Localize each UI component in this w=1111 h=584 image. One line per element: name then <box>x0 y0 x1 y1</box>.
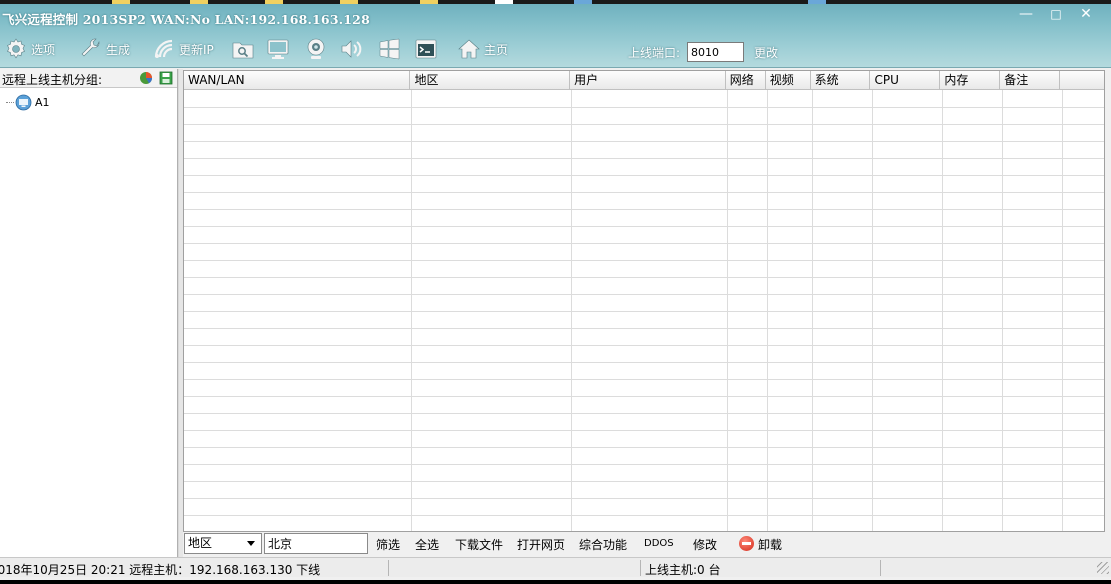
status-divider <box>640 560 641 576</box>
host-list-table: WAN/LAN 地区 用户 网络 视频 系统 CPU 内存 备注 <box>183 70 1105 532</box>
status-log: 2018年10月25日 20:21 远程主机：192.168.163.130 下… <box>0 563 321 577</box>
open-webpage-button[interactable]: 打开网页 <box>517 536 565 553</box>
table-header: WAN/LAN 地区 用户 网络 视频 系统 CPU 内存 备注 <box>184 71 1104 90</box>
file-manager-button[interactable] <box>230 34 256 64</box>
main-window: 飞兴远程控制 2013SP2 WAN:No LAN:192.168.163.12… <box>0 4 1111 580</box>
title-toolbar-area: 飞兴远程控制 2013SP2 WAN:No LAN:192.168.163.12… <box>0 4 1111 68</box>
screen-button[interactable] <box>265 34 291 64</box>
filter-value-input[interactable] <box>264 533 368 554</box>
column-video[interactable]: 视频 <box>766 71 811 90</box>
wrench-icon <box>78 36 104 62</box>
tree-item-group[interactable]: A1 <box>6 93 50 111</box>
speaker-icon <box>338 36 364 62</box>
maximize-button[interactable]: □ <box>1041 4 1071 26</box>
tree-connector <box>6 101 14 103</box>
column-note[interactable]: 备注 <box>1000 71 1061 90</box>
status-divider <box>880 560 881 576</box>
file-search-icon <box>230 36 256 62</box>
home-label: 主页 <box>484 42 509 57</box>
tree-item-label: A1 <box>35 95 50 109</box>
save-icon[interactable] <box>159 71 173 85</box>
filter-button[interactable]: 筛选 <box>376 536 400 553</box>
gear-icon <box>3 36 29 62</box>
update-ip-button[interactable]: 更新IP <box>151 34 214 64</box>
modify-button[interactable]: 修改 <box>693 536 717 553</box>
host-group-title: 远程上线主机分组: <box>2 73 103 87</box>
close-button[interactable]: ✕ <box>1071 4 1101 26</box>
host-group-header: 远程上线主机分组: <box>0 69 177 88</box>
column-user[interactable]: 用户 <box>570 71 726 90</box>
resize-grip[interactable] <box>1097 562 1109 574</box>
online-host-count: 上线主机:0 台 <box>645 563 721 577</box>
home-button[interactable]: 主页 <box>456 34 508 64</box>
home-icon <box>456 36 482 62</box>
status-bar: 2018年10月25日 20:21 远程主机：192.168.163.130 下… <box>0 557 1111 577</box>
column-cpu[interactable]: CPU <box>870 71 941 90</box>
column-memory[interactable]: 内存 <box>940 71 1001 90</box>
filter-bar: 地区 筛选 全选 下载文件 打开网页 综合功能 DDOS 修改 卸载 <box>183 532 1111 556</box>
online-port-label: 上线端口: <box>628 46 681 60</box>
host-group-panel: 远程上线主机分组: A1 <box>0 69 178 559</box>
combined-functions-button[interactable]: 综合功能 <box>579 536 627 553</box>
download-file-button[interactable]: 下载文件 <box>455 536 503 553</box>
system-button[interactable] <box>376 34 402 64</box>
minimize-button[interactable]: — <box>1011 4 1041 26</box>
change-port-button[interactable]: 更改 <box>754 44 778 61</box>
monitor-icon <box>265 36 291 62</box>
ddos-button[interactable]: DDOS <box>644 538 674 549</box>
chevron-down-icon <box>247 541 255 546</box>
column-region[interactable]: 地区 <box>410 71 571 90</box>
terminal-icon <box>413 36 439 62</box>
status-divider <box>388 560 389 576</box>
column-system[interactable]: 系统 <box>811 71 871 90</box>
window-title: 飞兴远程控制 2013SP2 WAN:No LAN:192.168.163.12… <box>2 12 370 27</box>
column-wan-lan[interactable]: WAN/LAN <box>184 71 411 90</box>
webcam-button[interactable] <box>303 34 329 64</box>
update-ip-label: 更新IP <box>179 42 214 57</box>
build-button[interactable]: 生成 <box>78 34 130 64</box>
satellite-icon <box>151 36 177 62</box>
online-port-input[interactable] <box>687 42 744 62</box>
options-label: 选项 <box>31 42 56 57</box>
uninstall-icon[interactable] <box>739 536 754 551</box>
filter-field-select[interactable]: 地区 <box>184 533 262 554</box>
table-body-grid <box>184 90 1104 531</box>
filter-field-value: 地区 <box>188 536 213 550</box>
terminal-button[interactable] <box>413 34 439 64</box>
column-filler <box>1060 71 1104 90</box>
computer-group-icon <box>15 94 32 110</box>
select-all-button[interactable]: 全选 <box>415 536 439 553</box>
pie-chart-icon[interactable] <box>139 71 153 85</box>
webcam-icon <box>303 36 329 62</box>
options-button[interactable]: 选项 <box>3 34 55 64</box>
windows-icon <box>376 36 402 62</box>
build-label: 生成 <box>106 42 131 57</box>
toolbar: 选项 生成 更新IP 主页 <box>0 34 1111 64</box>
uninstall-button[interactable]: 卸载 <box>758 536 782 553</box>
column-network[interactable]: 网络 <box>726 71 766 90</box>
audio-button[interactable] <box>338 34 364 64</box>
